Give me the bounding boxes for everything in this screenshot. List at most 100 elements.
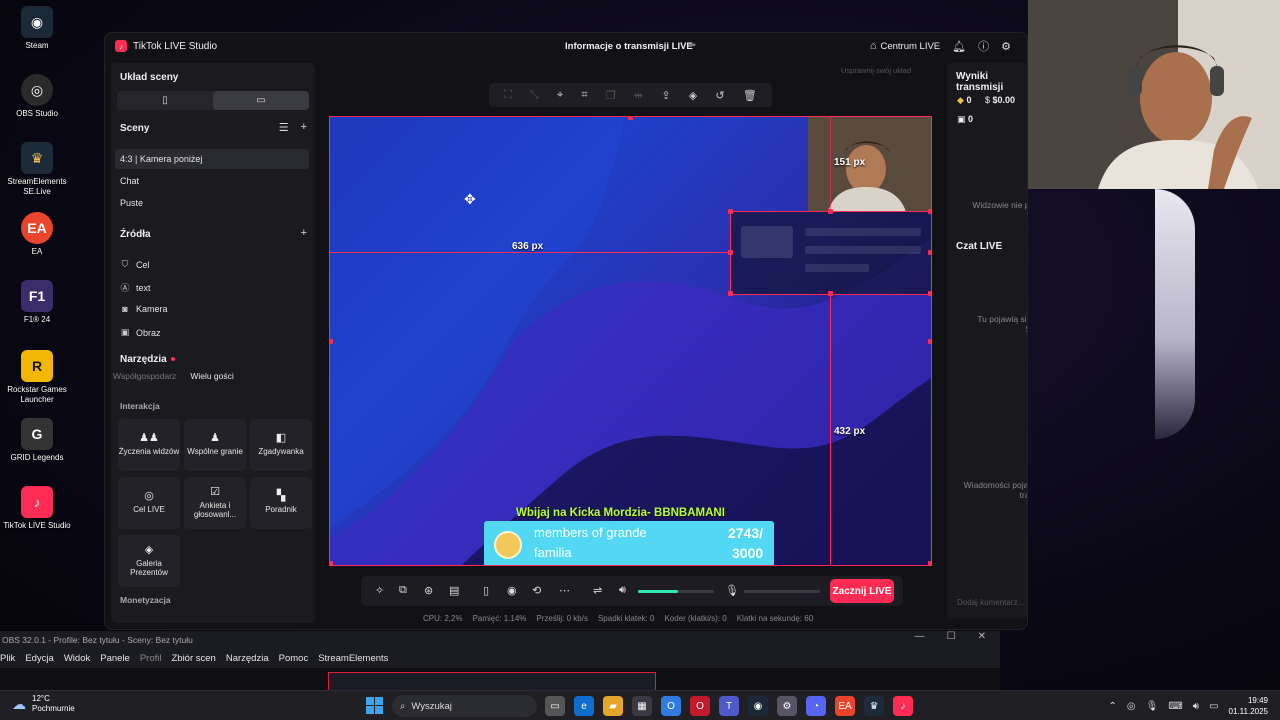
desktop-icon-rockstar[interactable]: R Rockstar Games Launcher xyxy=(0,350,74,405)
capture-icon[interactable]: ▤ xyxy=(449,584,459,597)
desktop-icon-obs[interactable]: ◎ OBS Studio xyxy=(0,74,74,119)
tool-poll[interactable]: ☑ Ankieta i głosowanl... xyxy=(184,477,246,529)
menu-view[interactable]: Widok xyxy=(64,653,90,664)
tool-guess[interactable]: ◧ Zgadywanka xyxy=(250,419,312,471)
teams-icon[interactable]: T xyxy=(719,696,739,716)
tiktok-taskbar-icon[interactable]: ♪ xyxy=(893,696,913,716)
microphone-icon[interactable]: 🎙︎ xyxy=(725,584,739,597)
resize-handle[interactable] xyxy=(728,291,733,296)
bell-icon[interactable]: 🔔︎ xyxy=(952,40,966,53)
share-icon[interactable]: ➦ xyxy=(688,40,696,51)
source-item-camera[interactable]: ◙ Kamera xyxy=(120,304,167,314)
desktop-icon-ea[interactable]: EA EA xyxy=(0,212,74,257)
phone-icon[interactable]: ▯ xyxy=(483,584,489,597)
battery-icon[interactable]: ▭ xyxy=(1209,701,1218,712)
weather-widget[interactable]: ☁ 12°C Pochmurnie xyxy=(12,694,75,714)
file-explorer-icon[interactable]: ▰ xyxy=(603,696,623,716)
desktop-icon-steam[interactable]: ◉ Steam xyxy=(0,6,74,51)
landscape-layout-button[interactable]: ▭ xyxy=(213,91,309,110)
crop-icon[interactable]: ⌗ xyxy=(581,89,587,102)
desktop-icon-tiktok[interactable]: ♪ TikTok LIVE Studio xyxy=(0,486,74,531)
center-icon[interactable]: ⌖ xyxy=(557,89,563,102)
live-center-button[interactable]: ⌂ Centrum LIVE xyxy=(870,40,940,52)
discord-icon[interactable]: ◔ xyxy=(806,696,826,716)
source-item-text[interactable]: Ⓐ text xyxy=(120,281,150,294)
start-live-button[interactable]: Zacznij LIVE xyxy=(830,579,894,603)
ea-taskbar-icon[interactable]: EA xyxy=(835,696,855,716)
undo-icon[interactable]: ↺ xyxy=(715,89,724,102)
cohost-tab[interactable]: Współgospodarz xyxy=(113,371,176,381)
camera-source-preview[interactable] xyxy=(808,117,931,212)
volume-slider[interactable] xyxy=(638,590,714,593)
live-goal-widget[interactable]: members of grande familia 2743/ 3000 xyxy=(484,521,774,565)
task-view-icon[interactable]: ▭ xyxy=(545,696,565,716)
canvas-resize-handle[interactable] xyxy=(330,561,333,565)
layers-icon[interactable]: ◈ xyxy=(689,89,697,102)
tool-live-goal[interactable]: ◎ Cel LIVE xyxy=(118,477,180,529)
store-icon[interactable]: ▦ xyxy=(632,696,652,716)
resize-handle[interactable] xyxy=(928,291,931,296)
taskbar-clock[interactable]: 19:49 01.11.2025 xyxy=(1229,695,1268,717)
opera-icon[interactable]: O xyxy=(690,696,710,716)
speaker-icon[interactable]: 🔊︎ xyxy=(619,584,626,597)
menu-streamelements[interactable]: StreamElements xyxy=(318,653,388,664)
outlook-icon[interactable]: O xyxy=(661,696,681,716)
scene-canvas[interactable]: 151 px 636 px 432 px ✥ Wbijaj na Kicka M… xyxy=(329,116,932,566)
settings-gear-icon[interactable]: ⚙ xyxy=(1001,40,1011,53)
multi-guest-tab[interactable]: Wielu gości xyxy=(190,371,233,381)
resize-handle[interactable] xyxy=(728,209,733,214)
duplicate-icon[interactable]: ❐ xyxy=(606,89,616,102)
menu-docks[interactable]: Panele xyxy=(100,653,130,664)
menu-file[interactable]: Plik xyxy=(0,653,15,664)
menu-help[interactable]: Pomoc xyxy=(279,653,309,664)
resize-icon[interactable]: ⤡ xyxy=(530,89,539,102)
flip-icon[interactable]: ⇹ xyxy=(634,89,643,102)
obs-preview-source[interactable] xyxy=(328,672,656,690)
steam-taskbar-icon[interactable]: ◉ xyxy=(748,696,768,716)
volume-icon[interactable]: 🔊︎ xyxy=(1193,701,1199,712)
resize-handle[interactable] xyxy=(928,209,931,214)
windows-start-icon[interactable] xyxy=(366,697,383,714)
effects-icon[interactable]: ⧉ xyxy=(399,584,407,597)
resize-handle[interactable] xyxy=(828,209,833,214)
network-icon[interactable]: ⌨ xyxy=(1168,701,1182,712)
help-icon[interactable]: ⓘ xyxy=(978,38,989,54)
bring-forward-icon[interactable]: ⇪ xyxy=(661,89,670,102)
source-item-cel[interactable]: ⛉ Cel xyxy=(120,259,150,270)
chevron-up-icon[interactable]: ⌃ xyxy=(1109,701,1117,712)
tool-gift-gallery[interactable]: ◈ Galeria Prezentów xyxy=(118,535,180,587)
desktop-icon-grid-legends[interactable]: G GRID Legends xyxy=(0,418,74,463)
delete-icon[interactable]: 🗑︎ xyxy=(743,89,757,102)
filters-icon[interactable]: ⊛ xyxy=(424,584,433,597)
fit-icon[interactable]: ⛶ xyxy=(504,89,512,102)
settings-taskbar-icon[interactable]: ⚙ xyxy=(777,696,797,716)
mic-tray-icon[interactable]: 🎙︎ xyxy=(1146,701,1159,712)
stream-info-title[interactable]: Informacje o transmisji LIVE xyxy=(565,41,693,52)
add-source-icon[interactable]: + xyxy=(301,227,307,239)
scene-item[interactable]: Puste xyxy=(115,193,309,213)
magic-wand-icon[interactable]: ✧ xyxy=(375,584,384,597)
edge-icon[interactable]: e xyxy=(574,696,594,716)
menu-profile[interactable]: Profil xyxy=(140,653,162,664)
layout-hint[interactable]: Usprawnij swój układ xyxy=(841,66,911,75)
tool-joint-play[interactable]: ♟ Wspólne granie xyxy=(184,419,246,471)
replay-icon[interactable]: ⟲ xyxy=(532,584,541,597)
more-icon[interactable]: ⋯ xyxy=(559,584,570,597)
canvas-resize-handle[interactable] xyxy=(330,339,333,344)
menu-scene-collection[interactable]: Zbiór scen xyxy=(171,653,215,664)
add-scene-icon[interactable]: + xyxy=(301,121,307,134)
chat-input[interactable]: Dodaj komentarz... xyxy=(953,593,1027,611)
portrait-layout-button[interactable]: ▯ xyxy=(117,91,213,110)
resize-handle[interactable] xyxy=(928,250,931,255)
microphone-slider[interactable] xyxy=(744,590,820,593)
scene-item[interactable]: Chat xyxy=(115,171,309,191)
menu-edit[interactable]: Edycja xyxy=(25,653,54,664)
menu-tools[interactable]: Narzędzia xyxy=(226,653,269,664)
canvas-resize-handle[interactable] xyxy=(628,117,633,120)
list-icon[interactable]: ☰ xyxy=(279,121,289,134)
vpn-icon[interactable]: ◎ xyxy=(1127,701,1136,712)
desktop-icon-f1[interactable]: F1 F1® 24 xyxy=(0,280,74,325)
streamelements-taskbar-icon[interactable]: ♛ xyxy=(864,696,884,716)
audio-settings-icon[interactable]: ⇌ xyxy=(593,584,602,597)
tool-viewer-wishes[interactable]: ♟♟ Życzenia widzów xyxy=(118,419,180,471)
